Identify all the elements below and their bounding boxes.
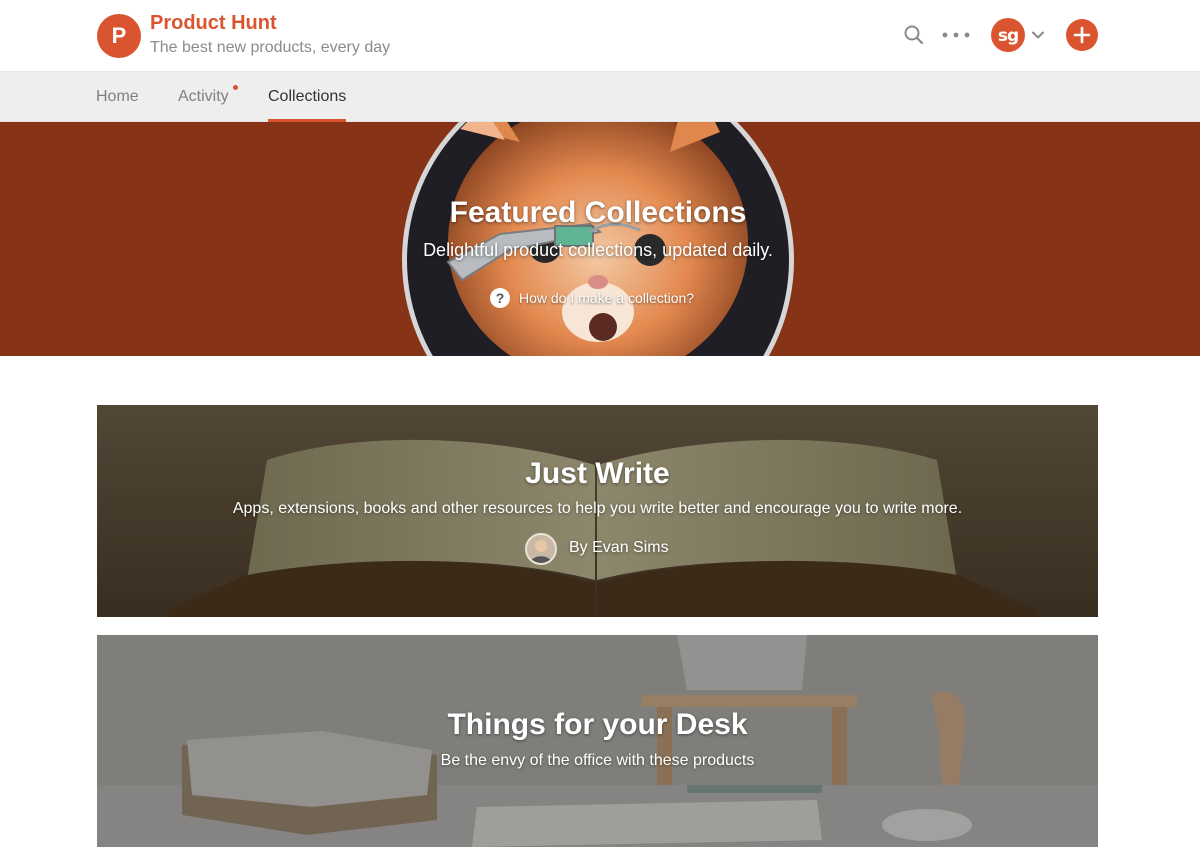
brand-name[interactable]: Product Hunt xyxy=(150,12,277,35)
activity-notification-dot xyxy=(233,85,238,90)
collection-title: Things for your Desk xyxy=(447,708,748,741)
help-link-label: How do I make a collection? xyxy=(519,290,695,306)
question-icon: ? xyxy=(490,288,510,308)
search-icon xyxy=(904,25,924,45)
post-product-button[interactable] xyxy=(1066,19,1098,51)
tab-collections[interactable]: Collections xyxy=(268,72,347,122)
chevron-down-icon xyxy=(1032,31,1044,39)
collection-description: Be the envy of the office with these pro… xyxy=(440,752,755,769)
collection-card-things-for-your-desk[interactable]: Things for your Desk Be the envy of the … xyxy=(97,635,1098,847)
tab-activity[interactable]: Activity xyxy=(178,72,229,122)
person-icon xyxy=(530,540,552,563)
user-avatar[interactable]: sg xyxy=(991,18,1025,52)
brand-tagline: The best new products, every day xyxy=(150,39,391,56)
collection-card-just-write[interactable]: Just Write Apps, extensions, books and o… xyxy=(97,405,1098,617)
top-header: P Product Hunt The best new products, ev… xyxy=(0,0,1200,72)
author-name: By Evan Sims xyxy=(569,539,669,556)
featured-collections-hero: Featured Collections Delightful product … xyxy=(0,122,1200,356)
author-avatar xyxy=(525,533,557,565)
hero-title: Featured Collections xyxy=(449,196,747,229)
tab-home[interactable]: Home xyxy=(96,72,139,122)
avatar-monogram-icon: sg xyxy=(998,26,1019,46)
account-menu-toggle[interactable] xyxy=(1031,28,1045,42)
ellipsis-icon xyxy=(942,32,970,38)
collection-title: Just Write xyxy=(525,457,670,490)
more-menu-button[interactable] xyxy=(941,24,973,46)
plus-icon xyxy=(1073,26,1091,44)
svg-text:sg: sg xyxy=(998,26,1018,46)
main-nav: Home Activity Collections xyxy=(0,72,1200,122)
hero-subtitle: Delightful product collections, updated … xyxy=(423,240,773,260)
collection-description: Apps, extensions, books and other resour… xyxy=(232,500,963,517)
kitten-with-glasses-image xyxy=(402,122,794,356)
product-hunt-logo[interactable]: P xyxy=(97,14,141,58)
search-button[interactable] xyxy=(903,24,925,46)
